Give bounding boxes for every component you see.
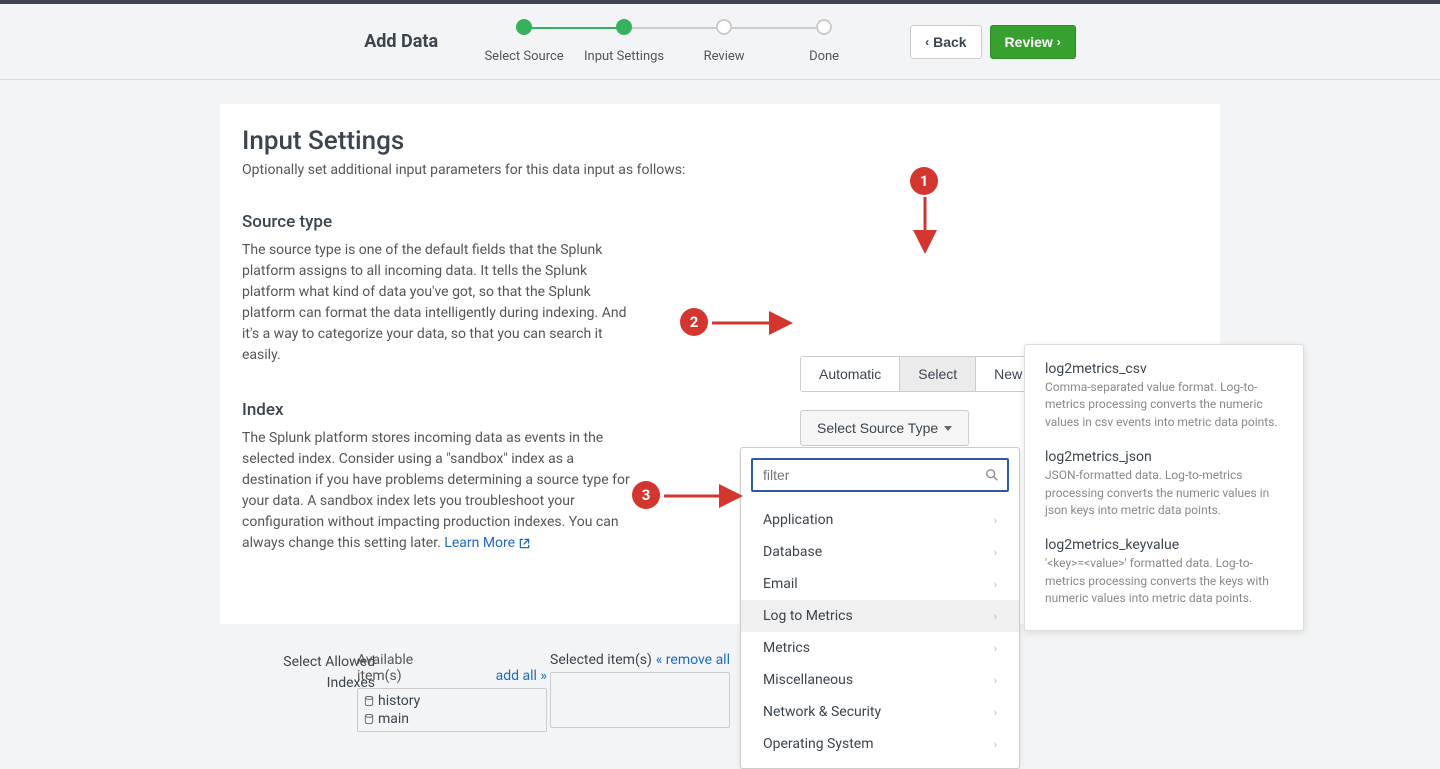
step-done: Done	[774, 19, 874, 64]
submenu-item-log2metrics_keyvalue[interactable]: log2metrics_keyvalue'<key>=<value>' form…	[1025, 531, 1303, 619]
menu-item-network-security[interactable]: Network & Security›	[741, 696, 1019, 728]
chevron-right-icon: ›	[994, 546, 997, 559]
segmented-automatic[interactable]: Automatic	[801, 357, 900, 391]
step-select-source: Select Source	[474, 19, 574, 64]
chevron-right-icon: ›	[994, 642, 997, 655]
annotation-badge-2: 2	[680, 308, 708, 336]
annotation-badge-3: 3	[632, 481, 660, 509]
source-type-submenu: log2metrics_csvComma-separated value for…	[1024, 344, 1304, 631]
source-type-category-list: Application›Database›Email›Log to Metric…	[741, 502, 1019, 768]
filter-input-wrapper	[751, 458, 1009, 492]
remove-all-link[interactable]: « remove all	[656, 652, 730, 668]
menu-item-email[interactable]: Email›	[741, 568, 1019, 600]
add-all-link[interactable]: add all »	[496, 668, 547, 684]
submenu-item-log2metrics_json[interactable]: log2metrics_jsonJSON-formatted data. Log…	[1025, 443, 1303, 531]
annotation-arrow-1	[919, 197, 939, 255]
selected-indexes-column: Selected item(s) « remove all	[550, 652, 730, 728]
menu-item-miscellaneous[interactable]: Miscellaneous›	[741, 664, 1019, 696]
wizard-header: Add Data Select Source Input Settings Re…	[0, 0, 1440, 80]
step-review: Review	[674, 19, 774, 64]
search-icon	[985, 468, 999, 482]
select-allowed-indexes-label: Select Allowed Indexes	[245, 652, 375, 694]
chevron-right-icon: ›	[994, 578, 997, 591]
chevron-left-icon: ‹	[925, 35, 929, 49]
review-button[interactable]: Review ›	[990, 25, 1076, 59]
chevron-right-icon: ›	[994, 738, 997, 751]
page-subtitle: Optionally set additional input paramete…	[242, 162, 1198, 178]
learn-more-link[interactable]: Learn More	[444, 535, 529, 551]
chevron-right-icon: ›	[994, 674, 997, 687]
menu-item-log-to-metrics[interactable]: Log to Metrics›	[741, 600, 1019, 632]
available-indexes-listbox[interactable]: historymain	[357, 688, 547, 732]
available-items-label: Available item(s)	[357, 652, 437, 684]
source-type-mode-segmented: Automatic Select New	[800, 356, 1041, 392]
external-link-icon	[519, 538, 530, 549]
chevron-right-icon: ›	[994, 706, 997, 719]
annotation-badge-1: 1	[910, 167, 938, 195]
filter-input[interactable]	[761, 466, 985, 484]
chevron-right-icon: ›	[1057, 35, 1061, 49]
progress-stepper: Select Source Input Settings Review Done	[474, 19, 874, 64]
available-index-history[interactable]: history	[362, 692, 542, 710]
menu-item-application[interactable]: Application›	[741, 504, 1019, 536]
page-title: Input Settings	[242, 126, 1198, 156]
submenu-item-log2metrics_csv[interactable]: log2metrics_csvComma-separated value for…	[1025, 355, 1303, 443]
section-text-source-type: The source type is one of the default fi…	[242, 240, 632, 366]
section-title-source-type: Source type	[242, 212, 1198, 232]
menu-item-metrics[interactable]: Metrics›	[741, 632, 1019, 664]
available-indexes-column: Available item(s) add all » historymain	[357, 652, 547, 732]
step-input-settings: Input Settings	[574, 19, 674, 64]
menu-item-operating-system[interactable]: Operating System›	[741, 728, 1019, 760]
segmented-select[interactable]: Select	[900, 357, 976, 391]
caret-down-icon	[944, 426, 952, 431]
database-icon	[364, 714, 374, 725]
source-type-controls: Automatic Select New Select Source Type	[800, 356, 1041, 446]
available-index-main[interactable]: main	[362, 710, 542, 728]
selected-items-label: Selected item(s)	[550, 652, 652, 668]
page-card: Input Settings Optionally set additional…	[220, 104, 1220, 624]
annotation-arrow-2	[712, 318, 794, 330]
menu-item-database[interactable]: Database›	[741, 536, 1019, 568]
selected-indexes-listbox[interactable]	[550, 672, 730, 728]
chevron-right-icon: ›	[994, 610, 997, 623]
page-title-small: Add Data	[364, 31, 438, 52]
source-type-dropdown-panel: Application›Database›Email›Log to Metric…	[740, 447, 1020, 769]
annotation-arrow-3	[664, 491, 744, 503]
back-button[interactable]: ‹ Back	[910, 25, 981, 59]
chevron-right-icon: ›	[994, 514, 997, 527]
section-text-index: The Splunk platform stores incoming data…	[242, 428, 632, 554]
database-icon	[364, 696, 374, 707]
select-source-type-dropdown[interactable]: Select Source Type	[800, 410, 969, 446]
